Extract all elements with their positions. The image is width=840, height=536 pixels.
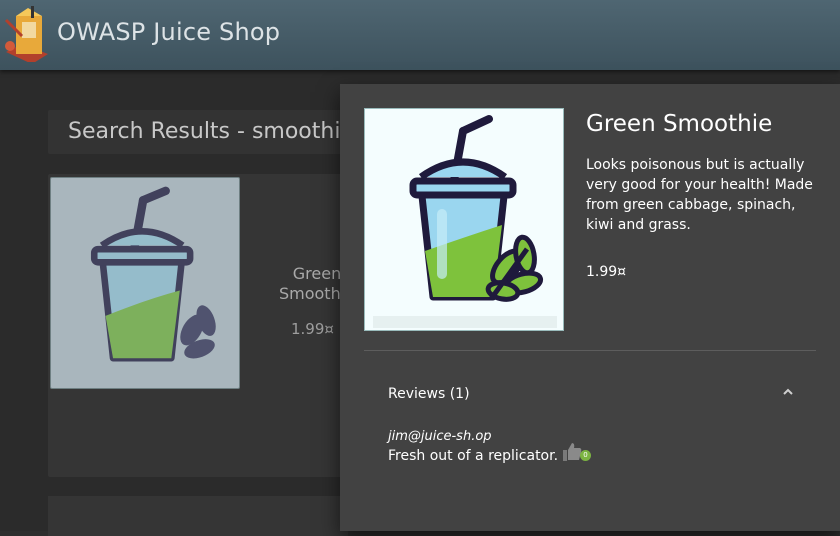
image-caption-strip xyxy=(373,316,557,328)
review-author: jim@juice-sh.op xyxy=(388,429,492,444)
product-card-image[interactable] xyxy=(50,177,240,389)
juice-shop-logo-icon[interactable] xyxy=(2,6,50,64)
divider xyxy=(364,350,816,351)
product-card-next[interactable] xyxy=(48,496,348,536)
product-card-price: 1.99¤ xyxy=(291,320,334,338)
reviews-panel-header[interactable]: Reviews (1) xyxy=(388,386,470,402)
like-review-button[interactable]: 0 xyxy=(562,442,594,466)
like-count-badge: 0 xyxy=(580,450,591,461)
product-card[interactable]: Green Smoothie 1.99¤ xyxy=(48,174,355,477)
product-description: Looks poisonous but is actually very goo… xyxy=(586,157,813,233)
chevron-up-icon[interactable] xyxy=(781,384,795,398)
search-results-header: Search Results - smoothie xyxy=(48,110,354,154)
product-price: 1.99¤ xyxy=(586,264,627,280)
product-details-dialog: Green Smoothie Looks poisonous but is ac… xyxy=(340,84,840,531)
top-toolbar: OWASP Juice Shop xyxy=(0,0,840,70)
app-title[interactable]: OWASP Juice Shop xyxy=(57,18,280,46)
product-image xyxy=(364,108,564,331)
search-results-title: Search Results - smoothie xyxy=(68,119,354,144)
review-text: Fresh out of a replicator. xyxy=(388,448,559,464)
product-name: Green Smoothie xyxy=(586,111,773,137)
